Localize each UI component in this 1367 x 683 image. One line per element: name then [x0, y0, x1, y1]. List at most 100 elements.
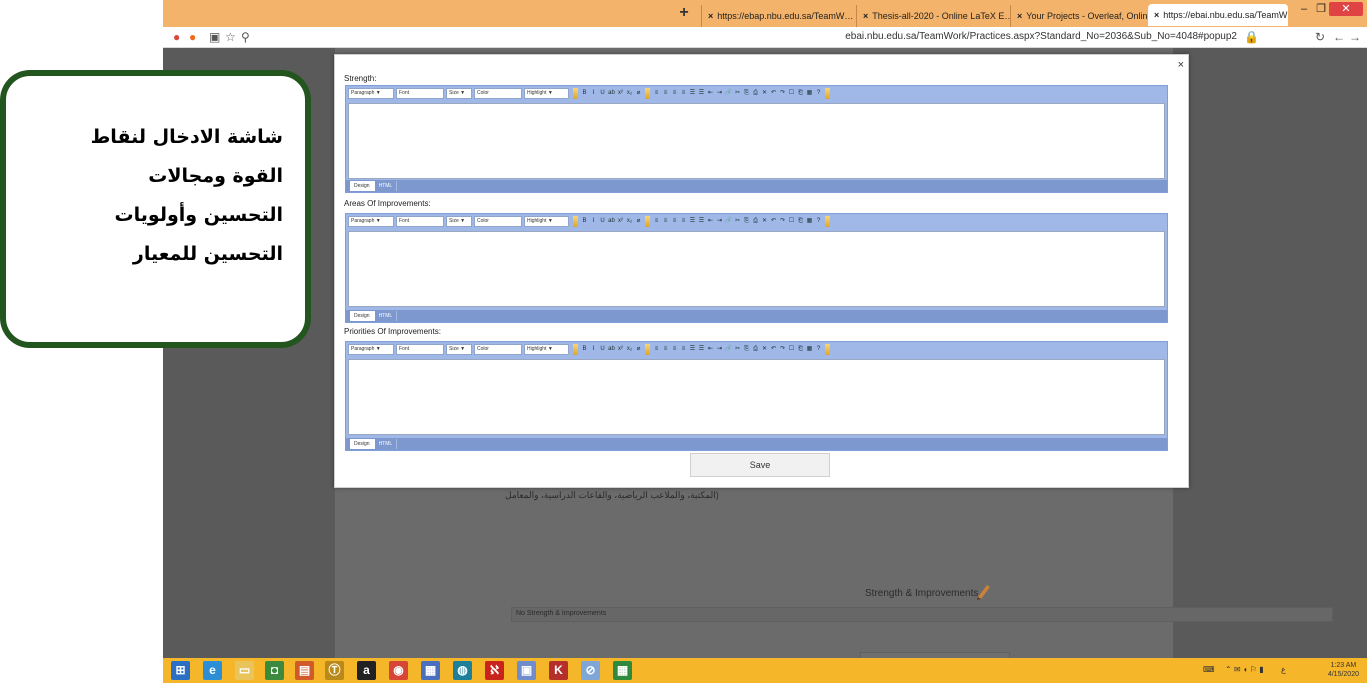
speed-dial-icon[interactable]: ▣ [209, 30, 220, 44]
image-icon[interactable]: ⎗ [796, 344, 805, 355]
delete-icon[interactable]: ✕ [760, 216, 769, 227]
color-dropdown[interactable]: Color [474, 216, 522, 227]
italic-icon[interactable]: I [589, 216, 598, 227]
table-icon[interactable]: ▦ [805, 344, 814, 355]
design-tab[interactable]: Design [350, 181, 375, 191]
new-tab-button[interactable]: + [675, 4, 693, 22]
font-dropdown[interactable]: Font [396, 344, 444, 355]
image-icon[interactable]: ⎗ [796, 88, 805, 99]
paragraph-dropdown[interactable]: Paragraph ▼ [348, 216, 394, 227]
indent-icon[interactable]: ⇥ [715, 88, 724, 99]
align-left-icon[interactable]: ≡ [652, 344, 661, 355]
color-dropdown[interactable]: Color [474, 88, 522, 99]
priorities-text-area[interactable] [348, 359, 1165, 435]
start-button[interactable]: ⊞ [171, 661, 190, 680]
align-left-icon[interactable]: ≡ [652, 216, 661, 227]
align-right-icon[interactable]: ≡ [670, 344, 679, 355]
tab-close-icon[interactable]: × [1154, 10, 1159, 20]
keyboard-icon[interactable]: ⌨ [1203, 665, 1215, 674]
delete-icon[interactable]: ✕ [760, 88, 769, 99]
outdent-icon[interactable]: ⇤ [706, 88, 715, 99]
subscript-icon[interactable]: x₂ [625, 88, 634, 99]
underline-icon[interactable]: U [598, 216, 607, 227]
tab-overleaf-thesis[interactable]: × Thesis-all-2020 - Online LaTeX E… [856, 5, 1010, 27]
window-close-button[interactable]: ✕ [1329, 2, 1363, 16]
copy-icon[interactable]: ⎘ [742, 216, 751, 227]
bold-icon[interactable]: B [580, 344, 589, 355]
unordered-list-icon[interactable]: ☰ [697, 88, 706, 99]
align-right-icon[interactable]: ≡ [670, 88, 679, 99]
bookmark-star-icon[interactable]: ☆ [225, 30, 236, 44]
app-icon[interactable]: ⊘ [581, 661, 600, 680]
design-tab[interactable]: Design [350, 311, 375, 321]
tab-close-icon[interactable]: × [708, 11, 713, 21]
table-icon[interactable]: ▦ [805, 88, 814, 99]
language-indicator[interactable]: ع [1281, 665, 1286, 674]
subscript-icon[interactable]: x₂ [625, 216, 634, 227]
clear-format-icon[interactable]: ⌀ [634, 88, 643, 99]
minimize-button[interactable]: – [1295, 2, 1313, 16]
html-tab[interactable]: HTML [375, 439, 398, 449]
search-icon[interactable]: ⚲ [241, 30, 250, 44]
justify-icon[interactable]: ≡ [679, 344, 688, 355]
highlight-dropdown[interactable]: Highlight ▼ [524, 344, 569, 355]
align-left-icon[interactable]: ≡ [652, 88, 661, 99]
align-center-icon[interactable]: ≡ [661, 88, 670, 99]
ordered-list-icon[interactable]: ☰ [688, 88, 697, 99]
undo-icon[interactable]: ↶ [769, 344, 778, 355]
app-icon[interactable]: ◍ [453, 661, 472, 680]
font-dropdown[interactable]: Font [396, 216, 444, 227]
cut-icon[interactable]: ✂ [733, 344, 742, 355]
help-icon[interactable]: ? [814, 344, 823, 355]
italic-icon[interactable]: I [589, 344, 598, 355]
tex-editor-icon[interactable]: Ⓣ [325, 661, 344, 680]
size-dropdown[interactable]: Size ▼ [446, 88, 472, 99]
acrobat-icon[interactable]: ℵ [485, 661, 504, 680]
internet-explorer-icon[interactable]: e [203, 661, 222, 680]
extension-icon[interactable]: ● [189, 30, 196, 44]
undo-icon[interactable]: ↶ [769, 216, 778, 227]
app-icon[interactable]: K [549, 661, 568, 680]
url-field[interactable]: ebai.nbu.edu.sa/TeamWork/Practices.aspx?… [845, 31, 1237, 42]
html-tab[interactable]: HTML [375, 311, 398, 321]
subscript-icon[interactable]: x₂ [625, 344, 634, 355]
back-icon[interactable]: ← [1333, 30, 1345, 44]
copy-icon[interactable]: ⎘ [742, 344, 751, 355]
rule-icon[interactable]: ☐ [787, 216, 796, 227]
outdent-icon[interactable]: ⇤ [706, 344, 715, 355]
pencil-icon[interactable] [975, 582, 991, 600]
amazon-icon[interactable]: a [357, 661, 376, 680]
rule-icon[interactable]: ☐ [787, 88, 796, 99]
areas-text-area[interactable] [348, 231, 1165, 307]
rule-icon[interactable]: ☐ [787, 344, 796, 355]
italic-icon[interactable]: I [589, 88, 598, 99]
app-icon[interactable]: ▤ [295, 661, 314, 680]
underline-icon[interactable]: U [598, 88, 607, 99]
paste-icon[interactable]: ⎙ [751, 88, 760, 99]
reload-icon[interactable]: ↻ [1315, 30, 1325, 44]
size-dropdown[interactable]: Size ▼ [446, 344, 472, 355]
highlight-dropdown[interactable]: Highlight ▼ [524, 216, 569, 227]
strength-text-area[interactable] [348, 103, 1165, 179]
justify-icon[interactable]: ≡ [679, 88, 688, 99]
redo-icon[interactable]: ↷ [778, 88, 787, 99]
paragraph-dropdown[interactable]: Paragraph ▼ [348, 344, 394, 355]
size-dropdown[interactable]: Size ▼ [446, 216, 472, 227]
paste-icon[interactable]: ⎙ [751, 344, 760, 355]
restore-button[interactable]: ❐ [1313, 2, 1329, 16]
chrome-icon[interactable]: ◉ [389, 661, 408, 680]
ordered-list-icon[interactable]: ☰ [688, 344, 697, 355]
bold-icon[interactable]: B [580, 216, 589, 227]
bold-icon[interactable]: B [580, 88, 589, 99]
underline-icon[interactable]: U [598, 344, 607, 355]
tab-ebap[interactable]: × https://ebap.nbu.edu.sa/TeamW… [701, 5, 856, 27]
tab-close-icon[interactable]: × [1017, 11, 1022, 21]
help-icon[interactable]: ? [814, 88, 823, 99]
superscript-icon[interactable]: x² [616, 344, 625, 355]
tab-overleaf-projects[interactable]: × Your Projects - Overleaf, Online … [1010, 5, 1148, 27]
align-right-icon[interactable]: ≡ [670, 216, 679, 227]
tray-icons[interactable]: ⌃ ✉ ◖ ⚐ ▮ [1225, 665, 1264, 674]
forward-icon[interactable]: → [1349, 30, 1361, 44]
file-explorer-icon[interactable]: ▭ [235, 661, 254, 680]
paragraph-dropdown[interactable]: Paragraph ▼ [348, 88, 394, 99]
